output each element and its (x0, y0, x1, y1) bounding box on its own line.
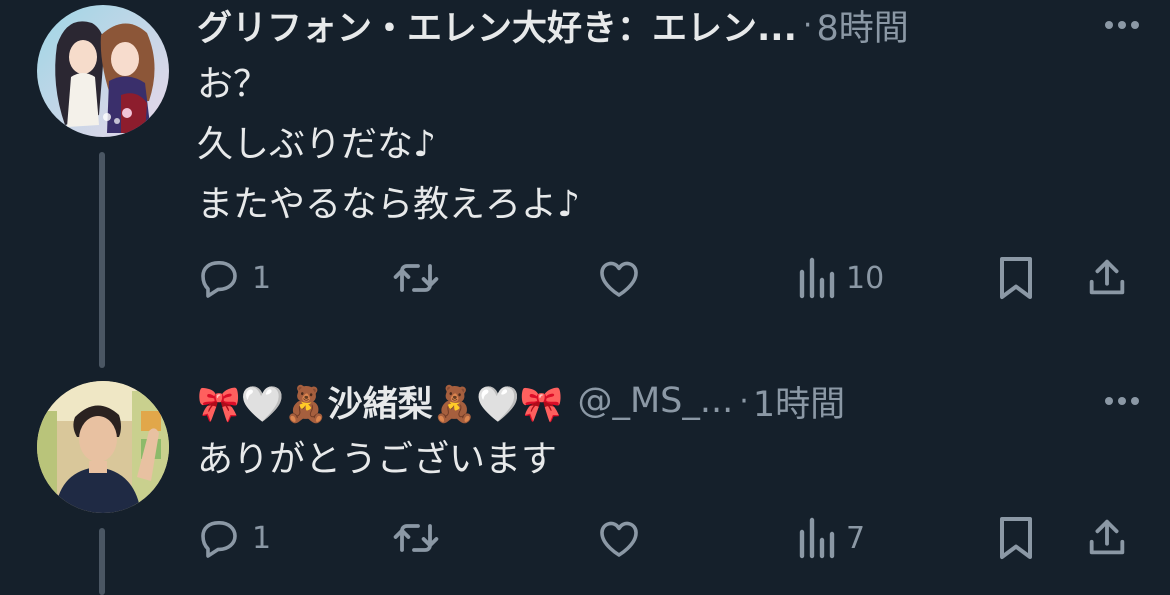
share-icon (1089, 259, 1125, 295)
reply-icon (201, 261, 237, 298)
views-icon (799, 257, 835, 299)
reply-icon (201, 521, 237, 558)
views-icon (799, 517, 835, 559)
more-icon[interactable] (1094, 0, 1150, 50)
retweet-button[interactable] (390, 508, 452, 568)
tweet-text-line: ありがとうございます (197, 439, 558, 480)
views-button[interactable]: 10 (796, 248, 884, 308)
thread-line (99, 528, 105, 595)
avatar[interactable] (37, 381, 169, 513)
like-icon (600, 261, 638, 297)
reply-button[interactable]: 1 (194, 508, 271, 568)
tweet-header: グリフォン・エレン大好き：エレン... · 8時間 (197, 0, 1150, 50)
bookmark-button[interactable] (994, 508, 1038, 568)
reply-button[interactable]: 1 (194, 248, 271, 308)
retweet-icon (393, 524, 439, 552)
action-bar: 1 7 (194, 508, 1140, 568)
like-button[interactable] (594, 508, 654, 568)
action-bar: 1 10 (194, 248, 1140, 308)
thread-line (99, 152, 105, 368)
user-handle[interactable]: @_MS_... (577, 381, 733, 421)
retweet-icon (393, 264, 439, 292)
share-icon (1089, 519, 1125, 555)
timestamp[interactable]: 8時間 (816, 0, 908, 51)
more-icon[interactable] (1094, 376, 1150, 426)
display-name[interactable]: グリフォン・エレン大好き：エレン... (197, 0, 797, 51)
bookmark-button[interactable] (994, 248, 1038, 308)
timestamp[interactable]: 1時間 (753, 376, 845, 427)
tweet-text: お？ 久しぶりだな♪ またやるなら教えろよ♪ (197, 55, 580, 235)
reply-count: 1 (252, 520, 272, 556)
tweet-text-line: お？ (197, 64, 270, 105)
views-button[interactable]: 7 (796, 508, 865, 568)
like-icon (600, 521, 638, 557)
tweet-text-line: またやるなら教えろよ♪ (197, 184, 580, 225)
share-button[interactable] (1084, 248, 1130, 308)
separator-dot: · (802, 7, 813, 43)
tweet-header: 🎀🤍🧸沙緒梨🧸🤍🎀 @_MS_... · 1時間 (197, 376, 1150, 426)
views-count: 10 (846, 260, 885, 296)
tweet-text: ありがとうございます (197, 430, 557, 490)
bookmark-icon (1000, 257, 1032, 299)
separator-dot: · (739, 383, 749, 419)
like-button[interactable] (594, 248, 654, 308)
views-count: 7 (846, 520, 866, 556)
tweet-text-line: 久しぶりだな♪ (197, 124, 436, 165)
avatar[interactable] (37, 5, 169, 137)
reply-count: 1 (252, 260, 272, 296)
display-name[interactable]: 🎀🤍🧸沙緒梨🧸🤍🎀 (197, 376, 563, 427)
share-button[interactable] (1084, 508, 1130, 568)
retweet-button[interactable] (390, 248, 452, 308)
bookmark-icon (1000, 517, 1032, 559)
